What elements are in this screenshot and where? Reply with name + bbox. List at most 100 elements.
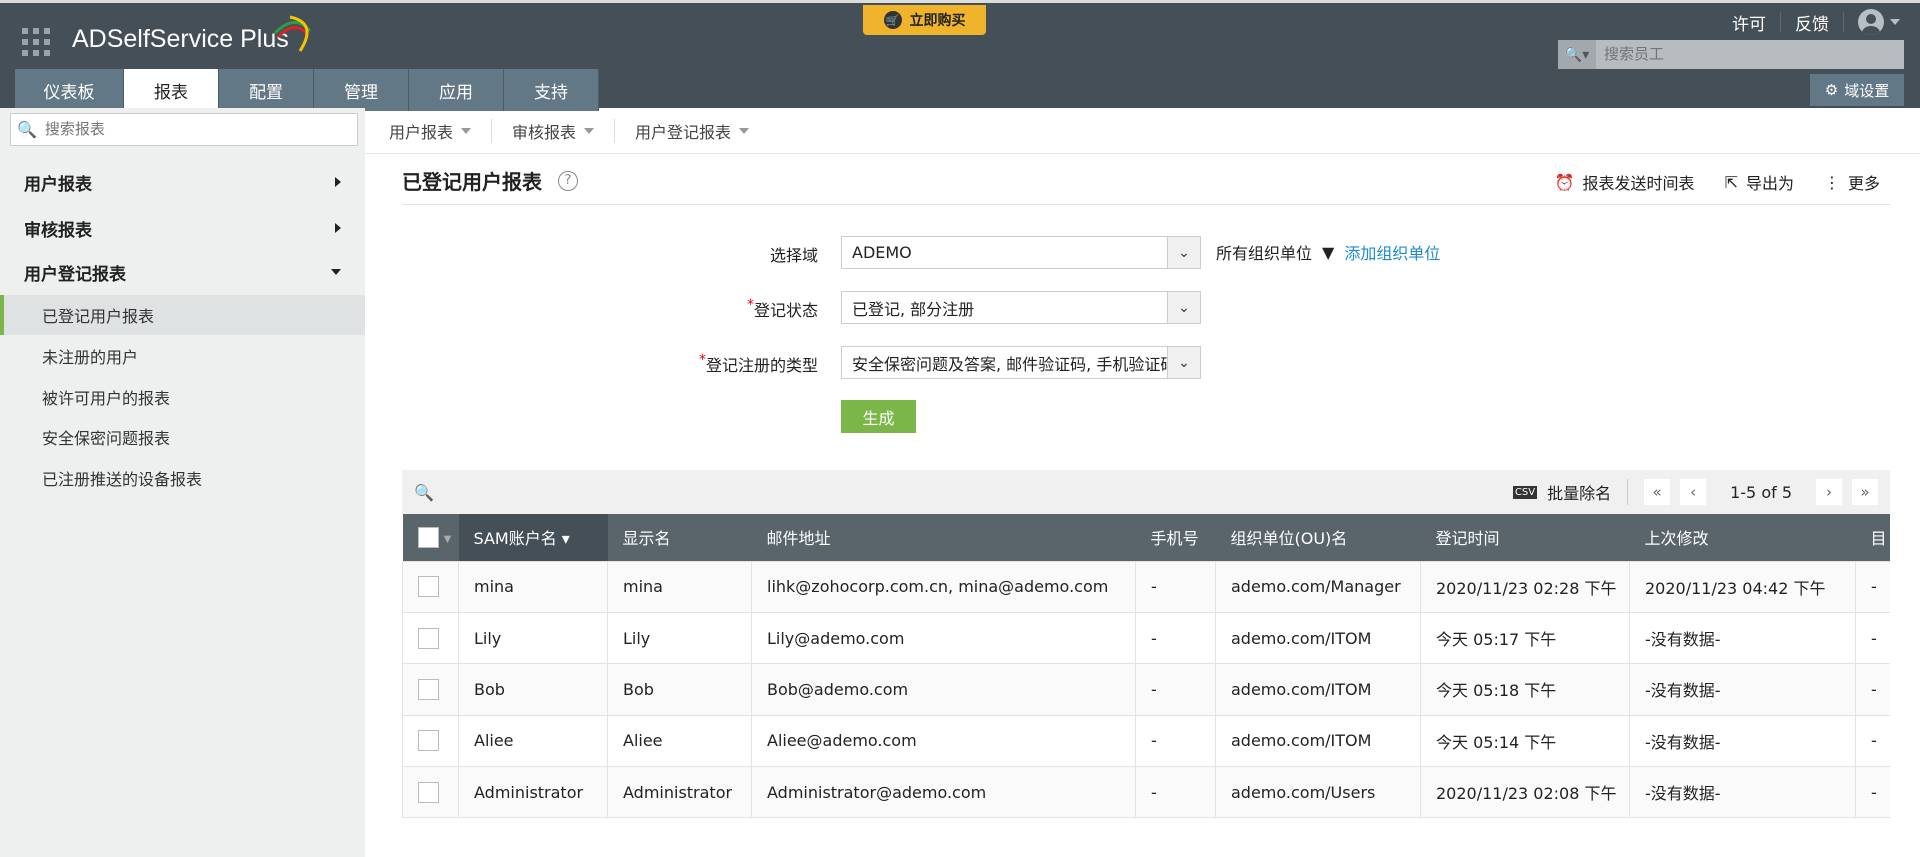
table-cell: Administrator@ademo.com <box>751 766 1136 819</box>
domain-select[interactable]: ADEMO ⌄ <box>841 236 1201 269</box>
subnav-user-reports[interactable]: 用户报表 <box>389 118 493 143</box>
app-grid-icon[interactable] <box>22 28 50 56</box>
search-filter-icon[interactable]: 🔍 <box>414 483 434 502</box>
column-extra[interactable]: 目 <box>1855 514 1891 561</box>
row-checkbox[interactable] <box>402 560 459 613</box>
chevron-right-icon <box>335 177 341 187</box>
table-cell: -没有数据- <box>1629 714 1856 768</box>
column-email[interactable]: 邮件地址 <box>751 514 1136 561</box>
table-cell: Bob@ademo.com <box>751 663 1136 716</box>
column-ou[interactable]: 组织单位(OU)名 <box>1215 514 1421 561</box>
sidebar-item-enrolled-users[interactable]: 已登记用户报表 <box>0 295 365 335</box>
next-page-button[interactable]: › <box>1816 479 1842 505</box>
ou-label: 所有组织单位 <box>1216 244 1313 263</box>
table-cell: 今天 05:17 下午 <box>1420 611 1630 665</box>
tab-dashboard[interactable]: 仪表板 <box>15 69 124 111</box>
column-last-modified[interactable]: 上次修改 <box>1629 514 1856 561</box>
first-page-button[interactable]: « <box>1644 479 1671 505</box>
help-icon[interactable]: ? <box>558 170 578 191</box>
cart-icon: 🛒 <box>883 11 902 29</box>
table-cell: Aliee <box>607 714 752 768</box>
last-page-button[interactable]: » <box>1852 479 1878 505</box>
divider <box>402 204 1890 205</box>
chevron-right-icon <box>335 223 341 233</box>
table-cell: Lily@ademo.com <box>751 611 1136 665</box>
add-ou-link[interactable]: 添加组织单位 <box>1344 240 1440 264</box>
sidebar-group-enrollment-reports[interactable]: 用户登记报表 <box>0 252 365 292</box>
row-checkbox[interactable] <box>402 714 459 768</box>
table-cell: Aliee <box>458 714 608 768</box>
chevron-down-icon <box>739 127 750 134</box>
table-row[interactable]: mina mina lihk@zohocorp.com.cn, mina@ademo… <box>402 560 1891 613</box>
column-enrolled-time[interactable]: 登记时间 <box>1420 514 1630 561</box>
schedule-report-button[interactable]: ⏰ 报表发送时间表 <box>1555 170 1695 194</box>
table-cell: - <box>1855 611 1891 665</box>
bulk-unenroll-button[interactable]: 批量除名 <box>1547 480 1611 504</box>
chevron-down-icon: ⌄ <box>1167 292 1200 323</box>
row-checkbox[interactable] <box>402 766 459 819</box>
license-link[interactable]: 许可 <box>1732 10 1766 35</box>
user-avatar-icon[interactable] <box>1858 9 1884 35</box>
sidebar-item-unenrolled-users[interactable]: 未注册的用户 <box>0 336 365 376</box>
report-search: 🔍 <box>10 113 358 146</box>
employee-search: 🔍▾ <box>1558 40 1904 69</box>
chevron-down-icon[interactable] <box>1890 19 1900 25</box>
chevron-down-icon <box>331 269 341 275</box>
column-display-name[interactable]: 显示名 <box>607 514 752 561</box>
generate-button[interactable]: 生成 <box>841 400 916 433</box>
table-toolbar: 🔍 CSV 批量除名 « ‹ 1-5 of 5 › » <box>402 470 1890 514</box>
table-cell: -没有数据- <box>1629 611 1856 665</box>
sidebar-item-security-questions[interactable]: 安全保密问题报表 <box>0 417 365 457</box>
top-bar: ADSelfService Plus 🛒 立即购买 仪表板 报表 配置 管理 应用… <box>0 0 1920 111</box>
row-checkbox[interactable] <box>402 663 459 716</box>
search-icon[interactable]: 🔍▾ <box>1558 40 1596 69</box>
table-cell: - <box>1135 560 1216 613</box>
more-button[interactable]: ⋮ 更多 <box>1824 170 1880 194</box>
subnav-enrollment-reports[interactable]: 用户登记报表 <box>635 119 769 143</box>
tab-admin[interactable]: 管理 <box>314 69 409 111</box>
domain-settings-button[interactable]: ⚙ 域设置 <box>1810 74 1904 106</box>
column-sam[interactable]: SAM账户名 ▾ <box>458 514 608 561</box>
select-all-checkbox[interactable]: ▼ <box>402 514 459 561</box>
main-tabs: 仪表板 报表 配置 管理 应用 支持 <box>15 69 599 111</box>
sidebar-item-push-devices[interactable]: 已注册推送的设备报表 <box>0 458 365 498</box>
subnav-audit-reports[interactable]: 审核报表 <box>512 118 616 143</box>
feedback-link[interactable]: 反馈 <box>1795 10 1829 35</box>
table-cell: - <box>1855 560 1891 613</box>
buy-now-button[interactable]: 🛒 立即购买 <box>863 5 986 35</box>
sidebar-group-user-reports[interactable]: 用户报表 <box>0 162 365 202</box>
table-row[interactable]: Bob Bob Bob@ademo.com - ademo.com/ITOM 今天 05:… <box>402 663 1891 716</box>
sidebar-item-licensed-users[interactable]: 被许可用户的报表 <box>0 377 365 417</box>
enrolled-users-table: ▼ SAM账户名 ▾ 显示名 邮件地址 手机号 组织单位(OU)名 登记时间 上… <box>402 514 1891 819</box>
sidebar-group-audit-reports[interactable]: 审核报表 <box>0 208 365 248</box>
app-logo: ADSelfService Plus <box>72 25 289 53</box>
employee-search-input[interactable] <box>1596 40 1904 69</box>
tab-apps[interactable]: 应用 <box>409 69 504 111</box>
tab-reports[interactable]: 报表 <box>124 69 219 111</box>
page-info: 1-5 of 5 <box>1730 482 1792 502</box>
row-checkbox[interactable] <box>402 611 459 665</box>
table-cell: ademo.com/ITOM <box>1215 611 1421 665</box>
prev-page-button[interactable]: ‹ <box>1680 479 1707 505</box>
table-cell: - <box>1135 611 1216 665</box>
export-icon: ⇱ <box>1724 172 1738 192</box>
table-cell: Lily <box>607 611 752 665</box>
table-cell: - <box>1855 714 1891 768</box>
table-row[interactable]: Aliee Aliee Aliee@ademo.com - ademo.com/ITOM… <box>402 714 1891 768</box>
gear-icon: ⚙ <box>1824 81 1839 99</box>
table-row[interactable]: Lily Lily Lily@ademo.com - ademo.com/ITOM 今天 … <box>402 611 1891 665</box>
table-cell: - <box>1855 766 1891 819</box>
tab-support[interactable]: 支持 <box>504 69 599 111</box>
report-search-input[interactable] <box>44 121 345 138</box>
export-button[interactable]: ⇱ 导出为 <box>1725 170 1794 194</box>
table-row[interactable]: Administrator Administrator Administrator@… <box>402 766 1891 819</box>
search-filter-icon: 🔍 <box>17 120 37 139</box>
type-select[interactable]: 安全保密问题及答案, 邮件验证码, 手机验证码 ⌄ <box>841 346 1201 379</box>
table-cell: Bob <box>607 663 752 716</box>
tab-configuration[interactable]: 配置 <box>219 69 314 111</box>
chevron-down-icon: ⌄ <box>1167 347 1200 378</box>
table-cell: - <box>1135 663 1216 716</box>
sidebar: 🔍 用户报表 审核报表 用户登记报表 已登记用户报表 未注册的用户 被许可用户的… <box>0 108 365 857</box>
status-select[interactable]: 已登记, 部分注册 ⌄ <box>841 291 1201 324</box>
column-mobile[interactable]: 手机号 <box>1135 514 1216 561</box>
